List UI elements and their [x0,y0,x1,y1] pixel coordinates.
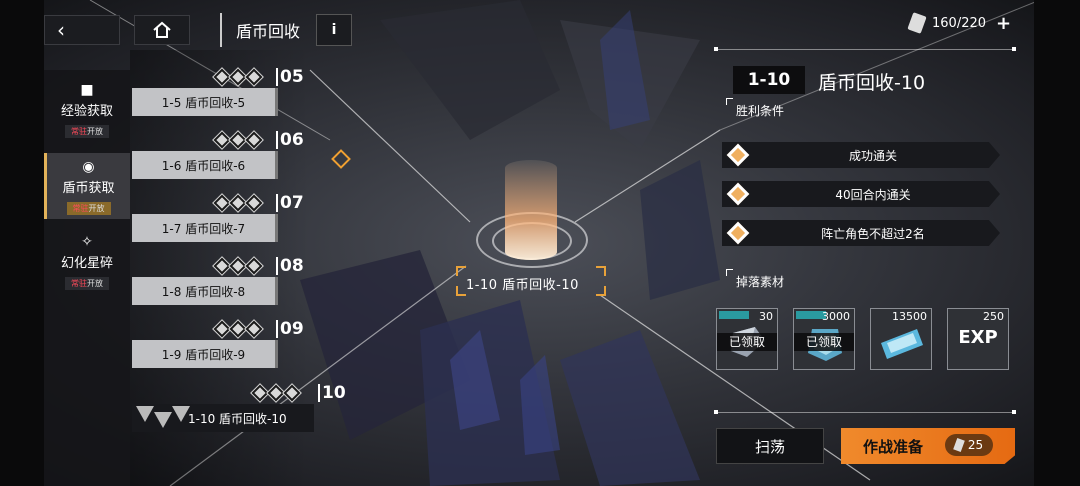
drop-claimed-label: 已领取 [717,333,777,351]
star-rating [213,194,263,212]
condition-text: 阵亡角色不超过2名 [821,226,925,241]
divider-dot [1012,410,1016,414]
victory-conditions-header: 胜利条件 [725,98,792,119]
drop-item-exp[interactable]: 250 EXP [947,308,1009,370]
category-shield-coin[interactable]: ◉ 盾币获取 常驻开放 [44,153,130,219]
sweep-button[interactable]: 扫荡 [716,428,824,464]
category-exp[interactable]: ■ 经验获取 常驻开放 [44,76,130,142]
stage-node-pillar[interactable] [505,160,557,260]
detail-stage-id: 1-10 [733,66,805,94]
stage-item-07[interactable]: 07 1-7 盾币回收-7 [132,194,322,242]
stage-number: 08 [276,257,304,275]
stage-name: 1-8 盾币回收-8 [132,277,278,305]
stage-node-label: 1-10 盾币回收-10 [466,278,579,293]
category-label: 经验获取 [60,104,113,119]
category-status: 常驻开放 [66,202,111,215]
drop-item-shield-coin[interactable]: 3000 已领取 [793,308,855,370]
drop-count: 30 [759,310,773,323]
stage-name: 1-5 盾币回收-5 [132,88,278,116]
coin-icon: ◉ [82,159,95,175]
category-label: 幻化星碎 [60,256,113,271]
battle-prep-label: 作战准备 [863,437,924,456]
triangle-decoration [154,412,172,428]
star-rating [213,68,263,86]
star-rating [213,131,263,149]
bracket-corner [456,286,466,296]
stage-item-05[interactable]: 05 1-5 盾币回收-5 [132,68,322,116]
drop-item-material[interactable]: 30 已领取 [716,308,778,370]
stage-number: 06 [276,131,304,149]
drops-header: 掉落素材 [725,269,792,290]
stage-name: 1-6 盾币回收-6 [132,151,278,179]
triangle-decoration [172,406,190,422]
condition-row: 成功通关 [722,142,1000,168]
home-button[interactable] [134,15,190,45]
divider-dot [714,47,718,51]
chevron-left-icon: ‹ [57,18,65,42]
info-button[interactable]: i [316,14,353,46]
info-icon: i [331,22,337,38]
stage-item-10[interactable]: 10 1-10 盾币回收-10 [132,384,346,432]
stamina-icon [907,12,927,34]
condition-row: 40回合内通关 [722,181,1000,207]
page-title: 盾币回收 [236,22,301,41]
condition-diamond-icon [726,182,750,206]
game-screen: ‹ 盾币回收 i 160/220 + ■ 经验获取 常驻开放 ◉ 盾币获取 常驻… [0,0,1080,486]
home-icon [153,21,171,38]
stamina-counter: 160/220 + [907,12,1011,34]
drop-count: 3000 [822,310,850,323]
star-rating [251,384,301,402]
condition-diamond-icon [726,143,750,167]
bracket-corner [596,266,606,276]
film-icon: ■ [80,82,94,98]
condition-row: 阵亡角色不超过2名 [722,220,1000,246]
stage-name: 1-7 盾币回收-7 [132,214,278,242]
stage-item-09[interactable]: 09 1-9 盾币回收-9 [132,320,322,368]
triangle-decoration [136,406,154,422]
panel-divider-top [716,49,1014,50]
stage-number: 07 [276,194,304,212]
category-status: 常驻开放 [65,277,109,290]
stamina-cost-value: 25 [967,438,984,452]
exp-icon: EXP [958,327,998,348]
screen-edge-right [1034,0,1080,486]
stage-name: 1-9 盾币回收-9 [132,340,278,368]
drop-count: 250 [983,310,1004,323]
star-rating [213,257,263,275]
drop-item-ticket[interactable]: 13500 [870,308,932,370]
bracket-corner [456,266,466,276]
condition-diamond-icon [726,221,750,245]
stamina-icon [953,437,965,453]
stamina-add-button[interactable]: + [996,13,1011,34]
drop-tag [719,311,749,319]
back-button[interactable]: ‹ [44,15,120,45]
category-label: 盾币获取 [62,181,115,196]
stage-number: 05 [276,68,304,86]
stage-number: 10 [318,384,346,402]
divider-dot [714,410,718,414]
stamina-value: 160/220 [932,15,987,31]
panel-divider-bottom [716,412,1014,413]
drop-claimed-label: 已领取 [794,333,854,351]
condition-text: 40回合内通关 [835,187,911,202]
ticket-icon [881,329,923,359]
detail-stage-name: 盾币回收-10 [818,72,926,94]
category-status: 常驻开放 [65,125,109,138]
stage-item-06[interactable]: 06 1-6 盾币回收-6 [132,131,322,179]
star-rating [213,320,263,338]
stamina-cost: 25 [945,434,993,456]
condition-text: 成功通关 [848,148,897,163]
divider-dot [1012,47,1016,51]
star-shard-icon: ✧ [81,234,93,250]
stage-number: 09 [276,320,304,338]
category-star-shard[interactable]: ✧ 幻化星碎 常驻开放 [44,228,130,294]
category-sidebar: ■ 经验获取 常驻开放 ◉ 盾币获取 常驻开放 ✧ 幻化星碎 常驻开放 [44,70,130,486]
page-title-wrap: 盾币回收 [220,13,300,47]
drop-count: 13500 [892,310,927,323]
top-bar: ‹ 盾币回收 i [44,10,353,50]
bracket-corner [596,286,606,296]
stage-item-08[interactable]: 08 1-8 盾币回收-8 [132,257,322,305]
screen-edge-left [0,0,44,486]
